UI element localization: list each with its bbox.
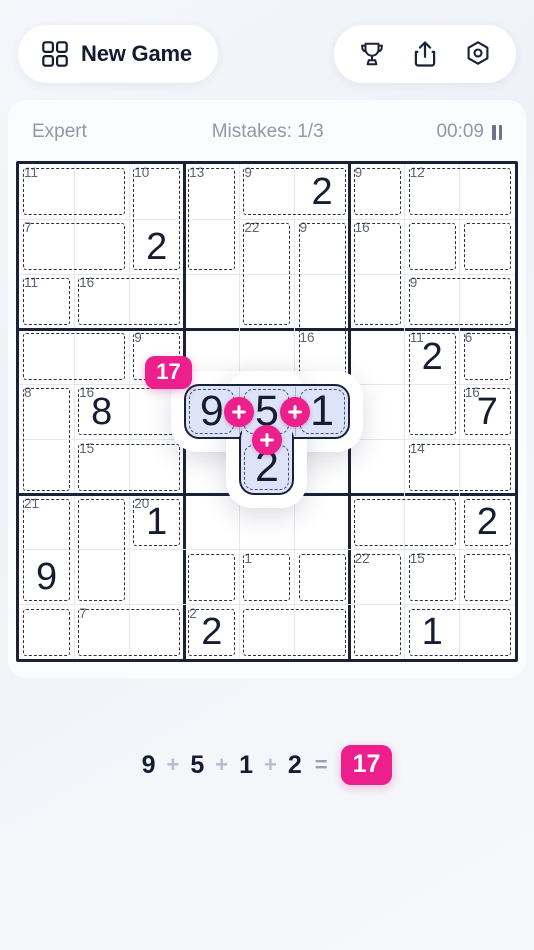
top-toolbar: New Game (0, 22, 534, 86)
selected-cage-sum-badge: 17 (145, 356, 192, 390)
equation-term-2: 1 (239, 750, 253, 779)
equation-term-3: 2 (287, 750, 302, 779)
board-panel: 1110139291272229161116991611268168951167… (8, 150, 526, 678)
new-game-label: New Game (81, 41, 192, 66)
equation-operator-1: + (166, 752, 180, 777)
equation-term-0: 9 (141, 750, 156, 779)
timer-group[interactable]: 00:09 (436, 121, 502, 143)
new-game-button[interactable]: New Game (18, 25, 218, 83)
timer-label: 00:09 (436, 121, 484, 142)
plus-badge-3[interactable] (251, 424, 282, 455)
equation-bar: 9 +5 +1 +2 = 17 (0, 745, 534, 785)
selected-cage-overlay[interactable]: 9 5 1 2 17 (19, 164, 515, 659)
plus-badge-2[interactable] (279, 396, 310, 427)
mistakes-label: Mistakes: 1/3 (211, 121, 324, 142)
pause-icon[interactable] (492, 124, 502, 140)
difficulty-label: Expert (32, 121, 87, 142)
sudoku-board[interactable]: 1110139291272229161116991611268168951167… (16, 161, 518, 662)
settings-icon[interactable] (464, 40, 492, 68)
toolbar-icon-group (334, 25, 516, 83)
equation-total-badge: 17 (340, 745, 393, 785)
grid-icon (42, 41, 68, 67)
equation-operator-2: + (215, 752, 229, 777)
share-icon[interactable] (412, 40, 438, 68)
equation-operator-3: + (264, 752, 277, 777)
trophy-icon[interactable] (358, 40, 386, 68)
equation-equals-sign: = (314, 752, 328, 777)
equation-term-1: 5 (190, 750, 205, 779)
